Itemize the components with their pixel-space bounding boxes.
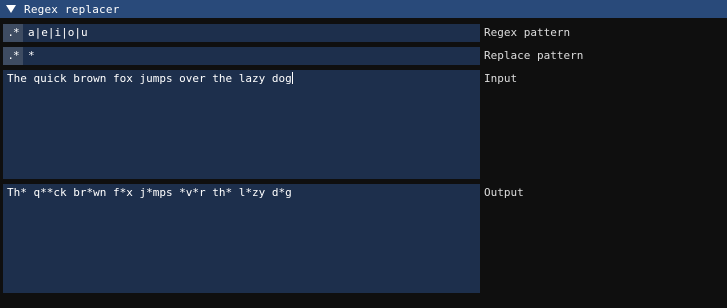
input-text-line: The quick brown fox jumps over the lazy …: [7, 70, 293, 88]
replace-pattern-regex-button[interactable]: .*: [3, 47, 23, 65]
collapse-arrow-icon[interactable]: [6, 5, 16, 13]
text-caret: [291, 72, 293, 84]
input-textarea[interactable]: The quick brown fox jumps over the lazy …: [3, 70, 480, 179]
replace-pattern-field[interactable]: .* *: [3, 47, 480, 65]
regex-pattern-input[interactable]: a|e|i|o|u: [28, 24, 88, 42]
regex-pattern-field[interactable]: .* a|e|i|o|u: [3, 24, 480, 42]
output-text: Th* q**ck br*wn f*x j*mps *v*r th* l*zy …: [7, 186, 292, 199]
window-titlebar[interactable]: Regex replacer: [0, 0, 727, 18]
replace-pattern-input[interactable]: *: [28, 47, 35, 65]
output-textarea[interactable]: Th* q**ck br*wn f*x j*mps *v*r th* l*zy …: [3, 184, 480, 293]
window-title: Regex replacer: [24, 2, 120, 16]
input-text: The quick brown fox jumps over the lazy …: [7, 72, 292, 85]
replace-pattern-label: Replace pattern: [484, 49, 584, 62]
regex-replacer-window: Regex replacer .* a|e|i|o|u Regex patter…: [0, 0, 727, 308]
regex-pattern-label: Regex pattern: [484, 26, 571, 39]
regex-pattern-regex-button[interactable]: .*: [3, 24, 23, 42]
output-label: Output: [484, 186, 524, 199]
input-label: Input: [484, 72, 518, 85]
